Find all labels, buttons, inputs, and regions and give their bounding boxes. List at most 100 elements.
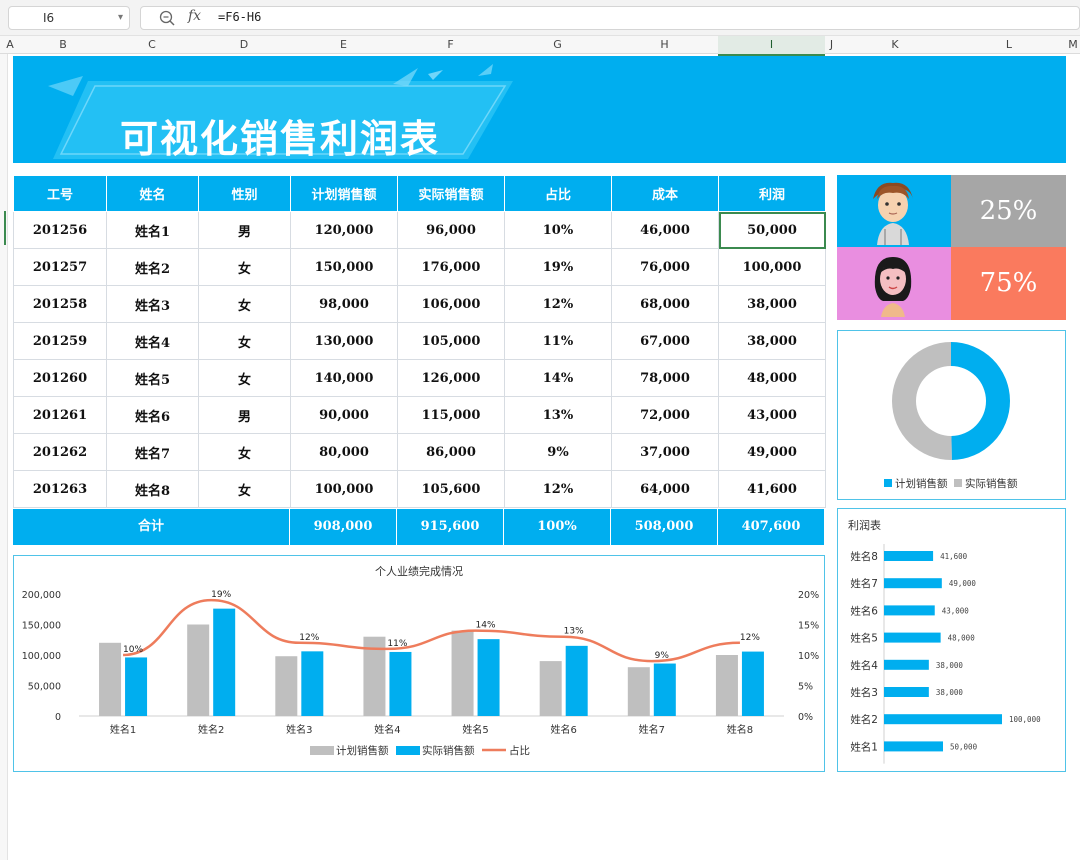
table-cell[interactable]: 201260 — [13, 359, 107, 397]
table-cell[interactable]: 72,000 — [611, 396, 719, 434]
table-cell[interactable]: 201259 — [13, 322, 107, 360]
table-cell[interactable]: 姓名3 — [106, 285, 199, 323]
column-header-c[interactable]: C — [106, 36, 198, 54]
table-cell[interactable]: 姓名6 — [106, 396, 199, 434]
total-cost[interactable]: 508,000 — [611, 509, 718, 545]
table-cell[interactable]: 120,000 — [290, 211, 398, 249]
bar-actual[interactable] — [301, 651, 324, 716]
name-box[interactable]: I6 ▾ — [8, 6, 130, 30]
bar-planned[interactable] — [275, 656, 298, 716]
table-cell[interactable]: 98,000 — [290, 285, 398, 323]
table-cell[interactable]: 201257 — [13, 248, 107, 286]
table-cell[interactable]: 100,000 — [290, 470, 398, 508]
table-cell[interactable]: 姓名8 — [106, 470, 199, 508]
table-cell[interactable]: 126,000 — [397, 359, 505, 397]
performance-chart-panel[interactable]: 个人业绩完成情况 0 50,000 100,000 150,000 200,000 0% 5%… — [13, 555, 825, 772]
table-cell[interactable]: 90,000 — [290, 396, 398, 434]
table-cell[interactable]: 80,000 — [290, 433, 398, 471]
table-cell[interactable]: 女 — [198, 285, 291, 323]
function-icon[interactable]: fx — [188, 8, 201, 24]
table-cell[interactable]: 86,000 — [397, 433, 505, 471]
profit-bar[interactable] — [884, 578, 942, 589]
column-header-cell[interactable]: 计划销售额 — [290, 175, 398, 212]
table-cell[interactable]: 9% — [504, 433, 612, 471]
table-cell[interactable]: 96,000 — [397, 211, 505, 249]
female-percentage[interactable]: 75% — [951, 247, 1066, 320]
bar-actual[interactable] — [389, 651, 412, 716]
table-cell[interactable]: 48,000 — [718, 359, 826, 397]
table-cell[interactable]: 150,000 — [290, 248, 398, 286]
table-cell[interactable]: 女 — [198, 433, 291, 471]
table-cell[interactable]: 68,000 — [611, 285, 719, 323]
table-cell[interactable]: 176,000 — [397, 248, 505, 286]
column-header-k[interactable]: K — [838, 36, 952, 54]
table-cell[interactable]: 76,000 — [611, 248, 719, 286]
bar-actual[interactable] — [213, 608, 236, 716]
column-header-a[interactable]: A — [0, 36, 20, 54]
table-cell[interactable]: 10% — [504, 211, 612, 249]
column-header-cell[interactable]: 占比 — [504, 175, 612, 212]
column-header-i[interactable]: I — [718, 36, 825, 56]
profit-bar[interactable] — [884, 551, 934, 561]
table-cell[interactable]: 106,000 — [397, 285, 505, 323]
bar-actual[interactable] — [565, 645, 588, 716]
table-cell[interactable]: 130,000 — [290, 322, 398, 360]
column-header-cell[interactable]: 性别 — [198, 175, 291, 212]
table-cell[interactable]: 19% — [504, 248, 612, 286]
profit-bar[interactable] — [884, 741, 943, 752]
table-cell[interactable]: 140,000 — [290, 359, 398, 397]
table-cell[interactable]: 78,000 — [611, 359, 719, 397]
table-cell[interactable]: 13% — [504, 396, 612, 434]
column-header-b[interactable]: B — [20, 36, 106, 54]
column-header-cell[interactable]: 利润 — [718, 175, 826, 212]
bar-planned[interactable] — [715, 655, 738, 716]
bar-actual[interactable] — [477, 639, 500, 716]
table-cell[interactable]: 姓名7 — [106, 433, 199, 471]
table-cell[interactable]: 男 — [198, 211, 291, 249]
zoom-icon[interactable] — [158, 9, 176, 27]
table-cell[interactable]: 女 — [198, 359, 291, 397]
bar-actual[interactable] — [653, 663, 676, 716]
table-cell[interactable]: 37,000 — [611, 433, 719, 471]
formula-input[interactable] — [140, 6, 1080, 30]
table-cell[interactable]: 46,000 — [611, 211, 719, 249]
table-cell[interactable]: 201263 — [13, 470, 107, 508]
donut-slice[interactable] — [951, 342, 1011, 460]
total-profit[interactable]: 407,600 — [718, 509, 825, 545]
profit-bar[interactable] — [884, 687, 929, 697]
table-cell[interactable]: 201256 — [13, 211, 107, 249]
profit-bar[interactable] — [884, 605, 935, 616]
column-header-cell[interactable]: 实际销售额 — [397, 175, 505, 212]
table-cell[interactable]: 38,000 — [718, 285, 826, 323]
total-actual[interactable]: 915,600 — [397, 509, 504, 545]
bar-actual[interactable] — [741, 651, 764, 716]
table-cell[interactable]: 67,000 — [611, 322, 719, 360]
column-header-h[interactable]: H — [611, 36, 718, 54]
bar-planned[interactable] — [99, 642, 122, 716]
male-percentage[interactable]: 25% — [951, 175, 1066, 247]
column-header-e[interactable]: E — [290, 36, 397, 54]
column-header-m[interactable]: M — [1066, 36, 1080, 54]
table-cell[interactable]: 64,000 — [611, 470, 719, 508]
table-cell[interactable]: 男 — [198, 396, 291, 434]
table-cell[interactable]: 姓名5 — [106, 359, 199, 397]
column-header-cell[interactable]: 成本 — [611, 175, 719, 212]
total-label[interactable]: 合计 — [13, 509, 290, 545]
column-header-cell[interactable]: 姓名 — [106, 175, 199, 212]
bar-planned[interactable] — [451, 630, 474, 716]
chevron-down-icon[interactable]: ▾ — [118, 7, 123, 29]
table-cell[interactable]: 姓名2 — [106, 248, 199, 286]
bar-planned[interactable] — [539, 661, 562, 716]
column-header-f[interactable]: F — [397, 36, 504, 54]
table-cell[interactable]: 105,600 — [397, 470, 505, 508]
column-header-l[interactable]: L — [952, 36, 1066, 54]
table-cell[interactable]: 11% — [504, 322, 612, 360]
table-cell[interactable]: 女 — [198, 470, 291, 508]
profit-bar[interactable] — [884, 659, 929, 670]
profit-bar[interactable] — [884, 714, 1002, 725]
table-cell[interactable]: 201258 — [13, 285, 107, 323]
table-cell[interactable]: 201262 — [13, 433, 107, 471]
column-header-g[interactable]: G — [504, 36, 611, 54]
table-cell[interactable]: 105,000 — [397, 322, 505, 360]
bar-actual[interactable] — [125, 657, 148, 716]
